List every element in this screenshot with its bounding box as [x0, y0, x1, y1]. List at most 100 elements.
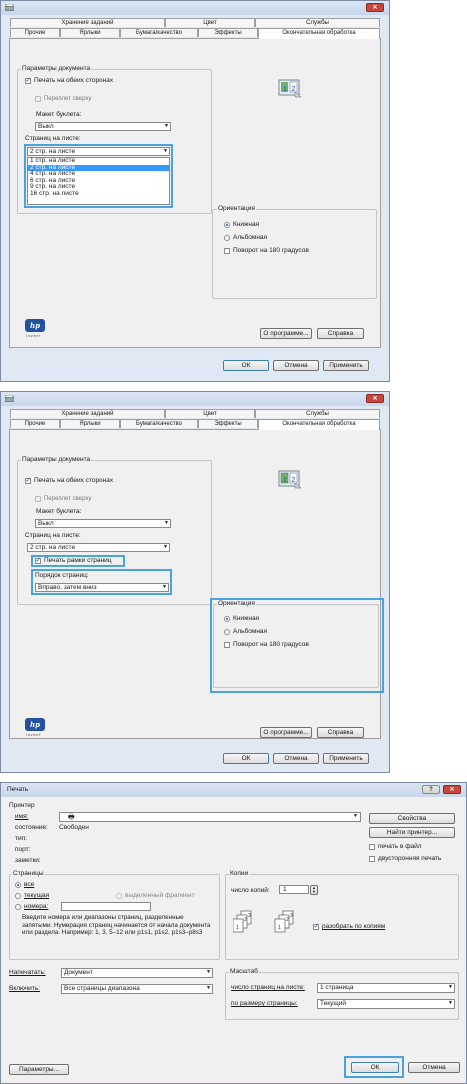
document-options-title: Параметры документа	[21, 65, 92, 72]
tab-finishing[interactable]: Окончательная обработка	[258, 419, 380, 430]
apply-button[interactable]: Применить	[323, 753, 369, 764]
flip-up-label: Переплет сверху	[44, 496, 92, 502]
print-to-file-label: печать в файл	[378, 843, 422, 850]
booklet-label: Макет буклета:	[36, 508, 82, 515]
page-borders-checkbox[interactable]	[35, 556, 41, 564]
tab-paper-quality[interactable]: Бумага/качество	[120, 28, 198, 37]
help-button[interactable]: Справка	[317, 328, 364, 339]
duplex-checkbox[interactable]	[369, 856, 375, 862]
hp-logo: hp	[25, 718, 45, 731]
chevron-down-icon: ▼	[448, 984, 453, 990]
rotate-checkbox[interactable]	[224, 642, 230, 648]
tab-color[interactable]: Цвет	[165, 409, 255, 418]
apply-button[interactable]: Применить	[323, 360, 369, 371]
about-button[interactable]: О программе...	[260, 727, 312, 738]
all-pages-radio[interactable]	[15, 882, 21, 888]
pps-value: 2 стр. на листе	[30, 148, 76, 155]
tab-advanced[interactable]: Прочие	[10, 419, 60, 428]
tab-paper-quality[interactable]: Бумага/качество	[120, 419, 198, 428]
flip-up-checkbox[interactable]	[35, 96, 41, 102]
cancel-button[interactable]: Отмена	[273, 753, 319, 764]
options-button[interactable]: Параметры...	[9, 1064, 69, 1075]
fit-to-page-value: Текущий	[320, 1000, 346, 1007]
tab-shortcuts[interactable]: Ярлыки	[60, 28, 120, 37]
portrait-label: Книжная	[233, 221, 260, 228]
cancel-button[interactable]: Отмена	[408, 1062, 460, 1073]
landscape-radio[interactable]	[224, 235, 230, 241]
page-order-label: Порядок страниц:	[35, 572, 89, 579]
chevron-down-icon: ▼	[163, 148, 168, 154]
cancel-button[interactable]: Отмена	[273, 360, 319, 371]
print-to-file-checkbox[interactable]	[369, 844, 375, 850]
copies-spinner[interactable]: ▲ ▼	[310, 885, 318, 895]
print-what-dropdown[interactable]: Документ ▼	[61, 968, 213, 978]
rotate-checkbox[interactable]	[224, 248, 230, 254]
help-button[interactable]: Справка	[317, 727, 364, 738]
portrait-radio[interactable]	[224, 222, 230, 228]
chevron-down-icon: ▼	[164, 123, 169, 129]
close-icon[interactable]: ✕	[443, 785, 461, 794]
page-order-value: Вправо, затем вниз	[38, 584, 97, 591]
duplex-checkbox[interactable]	[25, 476, 31, 484]
svg-text:1: 1	[283, 86, 287, 93]
tab-job-storage[interactable]: Хранение заданий	[10, 18, 165, 27]
chevron-down-icon: ▼	[162, 584, 167, 590]
pps-dropdown[interactable]: 2 стр. на листе ▼	[27, 147, 170, 156]
orientation-title: Ориентация	[217, 205, 256, 212]
ok-button[interactable]: ОК	[351, 1062, 399, 1073]
collate-label: разобрать по копиям	[322, 923, 386, 930]
svg-text:3: 3	[290, 913, 293, 919]
tab-effects[interactable]: Эффекты	[198, 28, 258, 37]
ok-button[interactable]: ОК	[223, 753, 269, 764]
print-what-value: Документ	[64, 969, 93, 976]
tab-job-storage[interactable]: Хранение заданий	[10, 409, 165, 418]
rotate-label: Поворот на 180 градусов	[233, 641, 309, 648]
selection-radio[interactable]	[116, 893, 122, 899]
copies-input[interactable]: 1	[279, 885, 309, 894]
printer-icon	[5, 395, 14, 402]
portrait-radio[interactable]	[224, 616, 230, 622]
print-what-label: Напечатать:	[9, 969, 46, 976]
page-numbers-input[interactable]	[61, 902, 151, 911]
booklet-dropdown[interactable]: Выкл ▼	[35, 519, 171, 528]
tab-services[interactable]: Службы	[255, 409, 380, 418]
printer-group-title: Принтер	[9, 802, 35, 809]
tab-shortcuts[interactable]: Ярлыки	[60, 419, 120, 428]
find-printer-button[interactable]: Найти принтер...	[369, 827, 455, 838]
pages-group-title: Страницы	[12, 870, 45, 877]
duplex-checkbox[interactable]	[25, 76, 31, 84]
close-icon[interactable]: ✕	[366, 394, 384, 403]
collate-checkbox[interactable]	[313, 922, 319, 930]
pps-option[interactable]: 16 стр. на листе	[28, 190, 169, 198]
fit-to-page-dropdown[interactable]: Текущий ▼	[317, 999, 455, 1009]
ok-button[interactable]: ОК	[223, 360, 269, 371]
include-dropdown[interactable]: Все страницы диапазона ▼	[61, 984, 213, 994]
page-numbers-label: номера:	[24, 903, 49, 910]
flip-up-checkbox[interactable]	[35, 496, 41, 502]
properties-button[interactable]: Свойства	[369, 813, 455, 824]
zoom-pps-dropdown[interactable]: 1 страница ▼	[317, 983, 455, 993]
booklet-dropdown[interactable]: Выкл ▼	[35, 122, 171, 131]
tab-color[interactable]: Цвет	[165, 18, 255, 27]
printer-name-dropdown[interactable]: 🖶 ▼	[59, 812, 361, 822]
tab-finishing[interactable]: Окончательная обработка	[258, 28, 380, 39]
selection-label: выделенный фрагмент	[125, 892, 195, 899]
landscape-radio[interactable]	[224, 629, 230, 635]
help-icon[interactable]: ?	[422, 785, 440, 794]
close-icon[interactable]: ✕	[366, 3, 384, 12]
copies-value: 1	[283, 886, 287, 893]
page-numbers-radio[interactable]	[15, 904, 21, 910]
title-bar: ✕	[1, 1, 389, 15]
duplex-label: двусторонняя печать	[378, 855, 442, 862]
type-label: тип:	[15, 835, 27, 842]
about-button[interactable]: О программе...	[260, 328, 312, 339]
tab-advanced[interactable]: Прочие	[10, 28, 60, 37]
booklet-value: Выкл	[38, 123, 54, 130]
tab-services[interactable]: Службы	[255, 18, 380, 27]
all-pages-label: все	[24, 881, 35, 888]
page-order-dropdown[interactable]: Вправо, затем вниз ▼	[35, 583, 169, 592]
current-page-radio[interactable]	[15, 893, 21, 899]
tab-effects[interactable]: Эффекты	[198, 419, 258, 428]
printer-name-label: имя:	[15, 813, 29, 820]
pps-dropdown[interactable]: 2 стр. на листе ▼	[27, 543, 170, 552]
